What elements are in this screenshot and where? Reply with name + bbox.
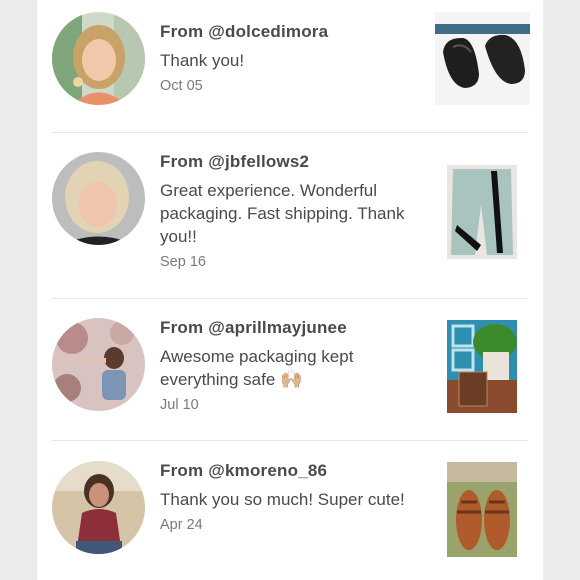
review-item: From @aprillmayjunee Awesome packaging k… xyxy=(52,318,528,428)
user-photo-icon xyxy=(52,12,145,105)
review-text: From @kmoreno_86 Thank you so much! Supe… xyxy=(160,461,410,533)
review-author[interactable]: From @kmoreno_86 xyxy=(160,461,410,481)
review-date: Jul 10 xyxy=(160,397,199,413)
pants-photo-icon xyxy=(447,165,517,259)
user-photo-icon xyxy=(52,318,145,411)
product-thumbnail[interactable] xyxy=(447,462,517,557)
divider xyxy=(52,440,528,441)
review-text: From @dolcedimora Thank you! Oct 05 xyxy=(160,22,410,94)
user-avatar[interactable] xyxy=(52,12,145,105)
review-message: Great experience. Wonderful packaging. F… xyxy=(160,181,405,246)
divider xyxy=(52,298,528,299)
reviews-panel: From @dolcedimora Thank you! Oct 05 From… xyxy=(37,0,543,580)
product-thumbnail[interactable] xyxy=(435,12,530,105)
clapping-hands-icon: 🙌🏼 xyxy=(280,369,303,389)
review-text: From @aprillmayjunee Awesome packaging k… xyxy=(160,318,410,413)
review-date: Apr 24 xyxy=(160,517,203,533)
review-date: Sep 16 xyxy=(160,254,206,270)
review-author[interactable]: From @dolcedimora xyxy=(160,22,410,42)
review-message-text: Awesome packaging kept everything safe xyxy=(160,347,354,389)
user-avatar[interactable] xyxy=(52,152,145,245)
review-item: From @jbfellows2 Great experience. Wonde… xyxy=(52,152,528,282)
review-item: From @kmoreno_86 Thank you so much! Supe… xyxy=(52,461,528,571)
user-avatar[interactable] xyxy=(52,318,145,411)
review-date: Oct 05 xyxy=(160,78,203,94)
user-photo-icon xyxy=(52,461,145,554)
user-photo-icon xyxy=(52,152,145,245)
review-text: From @jbfellows2 Great experience. Wonde… xyxy=(160,152,410,270)
product-thumbnail[interactable] xyxy=(447,320,517,413)
divider xyxy=(52,132,528,133)
review-message: Thank you so much! Super cute! xyxy=(160,490,405,509)
review-author[interactable]: From @aprillmayjunee xyxy=(160,318,410,338)
product-thumbnail[interactable] xyxy=(447,165,517,259)
loafers-photo-icon xyxy=(435,12,530,105)
review-message: Thank you! xyxy=(160,51,245,70)
user-avatar[interactable] xyxy=(52,461,145,554)
sandals-photo-icon xyxy=(447,462,517,557)
review-author[interactable]: From @jbfellows2 xyxy=(160,152,410,172)
review-message: Awesome packaging kept everything safe 🙌… xyxy=(160,345,410,391)
plant-box-photo-icon xyxy=(447,320,517,413)
review-item: From @dolcedimora Thank you! Oct 05 xyxy=(52,12,530,122)
